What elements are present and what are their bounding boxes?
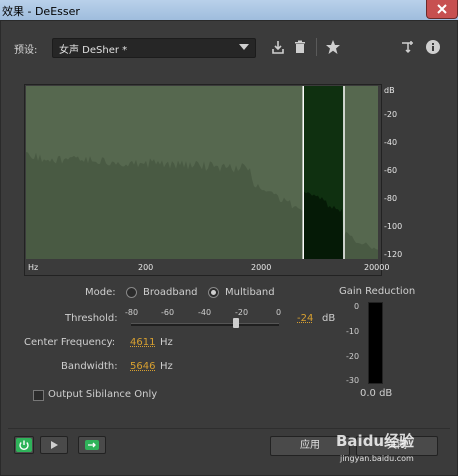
bandwidth-unit: Hz [160, 361, 173, 372]
center-frequency-value[interactable]: 4611 [130, 337, 155, 348]
gain-reduction-label: Gain Reduction [339, 286, 416, 297]
preset-label: 预设: [14, 45, 38, 56]
mode-broadband-label[interactable]: Broadband [143, 287, 198, 298]
preset-dropdown[interactable]: 女声 DeSher * [52, 38, 256, 58]
window-title: 效果 - DeEsser [2, 5, 80, 18]
close-icon [437, 4, 447, 14]
gain-reduction-value: 0.0 dB [360, 388, 393, 399]
threshold-scale-tick: 0 [276, 308, 282, 317]
y-tick-label: -20 [384, 110, 398, 119]
frequency-graph[interactable] [26, 86, 378, 259]
preview-play-button[interactable] [40, 436, 68, 454]
watermark-url: jingyan.baidu.com [340, 454, 414, 463]
meter-tick-label: -10 [346, 327, 360, 336]
threshold-scale-tick: -20 [235, 308, 249, 317]
threshold-label: Threshold: [65, 313, 118, 324]
threshold-scale-tick: -80 [125, 308, 139, 317]
threshold-scale-tick: -40 [198, 308, 212, 317]
bottom-divider [8, 428, 450, 429]
meter-tick-label: 0 [354, 302, 360, 311]
spectrum-svg [26, 86, 378, 259]
routing-icon[interactable] [400, 39, 416, 55]
bandwidth-label: Bandwidth: [61, 361, 118, 372]
y-tick-label: -40 [384, 138, 398, 147]
save-preset-icon[interactable] [270, 39, 286, 55]
power-icon [16, 438, 32, 452]
center-frequency-unit: Hz [160, 337, 173, 348]
window-close-button[interactable] [426, 0, 458, 19]
y-tick-label: dB [384, 86, 395, 95]
threshold-unit: dB [322, 313, 336, 324]
x-tick-label: 200 [138, 263, 154, 272]
output-sibilance-label[interactable]: Output Sibilance Only [48, 389, 157, 400]
threshold-slider-track[interactable] [131, 323, 279, 326]
watermark-logo: Baidu经验 [336, 432, 415, 450]
center-frequency-label: Center Frequency: [24, 337, 116, 348]
play-icon [51, 441, 58, 449]
meter-tick-label: -30 [346, 376, 360, 385]
y-tick-label: -60 [384, 166, 398, 175]
chevron-down-icon [239, 44, 249, 50]
x-tick-label: Hz [28, 263, 39, 272]
gain-reduction-meter [368, 302, 383, 384]
mode-broadband-radio[interactable] [126, 287, 137, 298]
threshold-value[interactable]: -24 [297, 313, 313, 324]
y-tick-label: -80 [384, 194, 398, 203]
x-tick-label: 2000 [251, 263, 272, 272]
mode-multiband-radio[interactable] [208, 287, 219, 298]
toolbar-divider [316, 38, 317, 56]
mode-label: Mode: [85, 287, 116, 298]
x-tick-label: 20000 [364, 263, 390, 272]
bandwidth-value[interactable]: 5646 [130, 361, 155, 372]
loop-toggle-button[interactable] [78, 436, 106, 454]
y-tick-label: -100 [384, 222, 403, 231]
output-sibilance-checkbox[interactable] [33, 390, 44, 401]
preset-value: 女声 DeSher * [59, 45, 128, 56]
power-toggle-button[interactable] [14, 436, 34, 454]
loop-icon [85, 440, 99, 450]
info-icon[interactable] [425, 39, 441, 55]
y-tick-label: -120 [384, 250, 403, 259]
mode-multiband-label[interactable]: Multiband [225, 287, 275, 298]
delete-preset-icon[interactable] [292, 39, 308, 55]
meter-tick-label: -20 [346, 352, 360, 361]
threshold-scale-tick: -60 [161, 308, 175, 317]
threshold-slider-thumb[interactable] [233, 318, 239, 328]
x-axis [26, 259, 378, 273]
favorite-star-icon[interactable] [325, 39, 341, 55]
